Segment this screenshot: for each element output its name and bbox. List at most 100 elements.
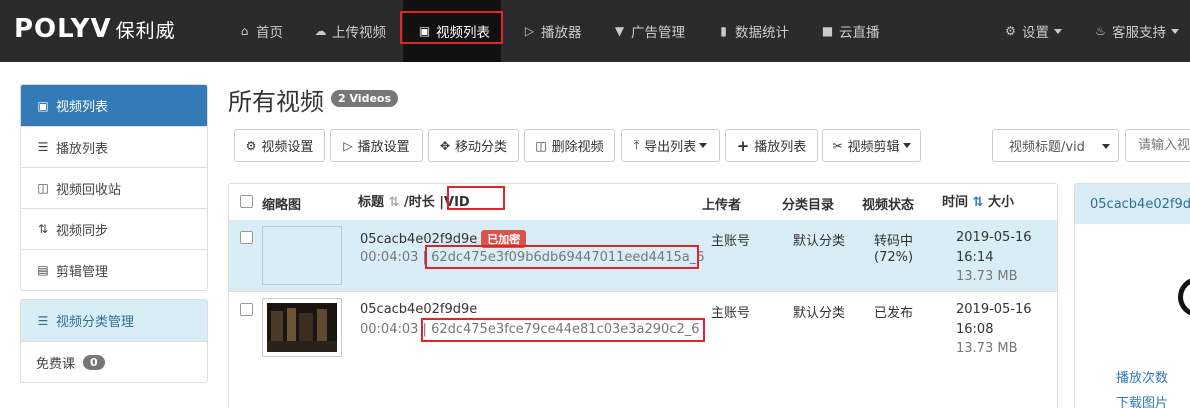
- move-icon: ✥: [439, 138, 451, 153]
- nav-ad-label: 广告管理: [631, 25, 685, 41]
- scissors-icon: ✂: [832, 138, 843, 153]
- sidebar-item-playlist[interactable]: ☰ 播放列表: [21, 126, 207, 167]
- video-uploader: 主账号: [711, 234, 751, 249]
- nav-settings-dropdown[interactable]: ⚙ 设置: [1003, 0, 1062, 62]
- select-all-checkbox[interactable]: [240, 195, 253, 208]
- separator: |: [422, 322, 427, 337]
- video-title[interactable]: 05cacb4e02f9d9e: [360, 302, 477, 317]
- video-camera-icon: ■: [821, 24, 834, 38]
- plus-icon: +: [736, 136, 750, 155]
- sidebar-menu: ▣ 视频列表 ☰ 播放列表 ◫ 视频回收站 ⇅ 视频同步 ▤ 剪辑管理: [20, 84, 208, 291]
- header-thumbnail: 缩略图: [262, 198, 302, 213]
- sidebar-item-label: 视频回收站: [56, 182, 122, 198]
- tasks-icon: ▤: [37, 263, 49, 277]
- header-duration: /时长: [403, 195, 435, 210]
- search-type-select[interactable]: 视频标题/vid: [992, 129, 1119, 162]
- video-duration: 00:04:03: [360, 250, 419, 265]
- video-thumbnail[interactable]: [262, 226, 342, 285]
- nav-support-dropdown[interactable]: ♨ 客服支持: [1093, 0, 1179, 62]
- video-detail-panel: 05cacb4e02f9d9e 播放次数 下载图片: [1074, 183, 1190, 408]
- header-title: 标题: [358, 195, 385, 210]
- move-category-button[interactable]: ✥ 移动分类: [428, 129, 519, 162]
- playlist-button[interactable]: + 播放列表: [725, 129, 818, 162]
- trash-icon: ◫: [535, 138, 547, 153]
- list-icon: ☰: [37, 140, 49, 154]
- video-table: 缩略图 标题 ⇅ /时长 |VID 上传者 分类目录 视频状态 时间 ⇅ 大小 …: [228, 183, 1058, 408]
- brand-name-cn: 保利威: [115, 19, 176, 42]
- nav-upload-video[interactable]: ☁ 上传视频: [313, 0, 387, 62]
- search-input[interactable]: [1125, 129, 1190, 162]
- sidebar-item-label: 剪辑管理: [56, 264, 109, 280]
- nav-cloud-live[interactable]: ■ 云直播: [820, 0, 880, 62]
- category-item-label: 免费课: [36, 356, 76, 372]
- header-title-sort[interactable]: 标题 ⇅ /时长 |VID: [358, 191, 470, 210]
- table-row[interactable]: 05cacb4e02f9d9e 00:04:03 | 62dc475e3fce7…: [229, 291, 1057, 362]
- category-panel-title: 视频分类管理: [56, 315, 135, 330]
- sidebar-item-recycle-bin[interactable]: ◫ 视频回收站: [21, 167, 207, 208]
- chevron-down-icon: [699, 143, 708, 148]
- category-panel: ☰ 视频分类管理 免费课 0: [20, 299, 208, 383]
- bell-icon: ♨: [1095, 24, 1106, 38]
- delete-video-label: 删除视频: [551, 140, 604, 155]
- category-panel-header[interactable]: ☰ 视频分类管理: [21, 300, 207, 341]
- export-list-dropdown[interactable]: ⤒ 导出列表: [621, 129, 720, 162]
- video-edit-label: 视频剪辑: [847, 140, 900, 155]
- polyv-logo[interactable]: POLYV 保利威: [14, 14, 176, 44]
- page-title: 所有视频: [228, 88, 324, 116]
- video-settings-button[interactable]: ⚙ 视频设置: [234, 129, 325, 162]
- filter-icon: ▼: [614, 24, 625, 38]
- category-item-free-course[interactable]: 免费课 0: [21, 341, 207, 382]
- header-uploader: 上传者: [702, 198, 742, 213]
- play-settings-button[interactable]: ▷ 播放设置: [330, 129, 423, 162]
- sidebar-item-label: 视频列表: [56, 100, 109, 115]
- nav-video-list[interactable]: ▣ 视频列表: [403, 0, 501, 62]
- video-thumbnail[interactable]: [262, 298, 342, 357]
- play-count-link[interactable]: 播放次数: [1116, 367, 1168, 386]
- video-title[interactable]: 05cacb4e02f9d9e 已加密: [360, 230, 527, 248]
- row-checkbox[interactable]: [240, 303, 253, 316]
- sidebar-item-video-list[interactable]: ▣ 视频列表: [21, 85, 207, 126]
- play-circle-icon: ▷: [524, 24, 535, 38]
- sort-icon: ⇅: [388, 195, 400, 210]
- nav-statistics[interactable]: ▮ 数据统计: [716, 0, 789, 62]
- header-vid: |VID: [439, 195, 470, 210]
- video-status: 已发布: [874, 306, 914, 321]
- nav-home[interactable]: ⌂ 首页: [237, 0, 283, 62]
- video-date: 2019-05-16: [956, 230, 1032, 245]
- sidebar-item-clip-management[interactable]: ▤ 剪辑管理: [21, 249, 207, 290]
- playlist-label: 播放列表: [754, 140, 807, 155]
- video-status: 转码中: [874, 234, 914, 249]
- download-image-link[interactable]: 下载图片: [1116, 392, 1168, 408]
- video-category: 默认分类: [793, 306, 846, 321]
- bar-chart-icon: ▮: [720, 24, 727, 38]
- video-vid: 62dc475e3f09b6db69447011eed4415a_6: [431, 250, 705, 265]
- chevron-down-icon: [902, 143, 911, 148]
- header-time: 时间: [942, 195, 969, 210]
- home-icon: ⌂: [240, 24, 249, 38]
- film-icon: ▣: [418, 24, 431, 38]
- top-navbar: POLYV 保利威 ⌂ 首页 ☁ 上传视频 ▣ 视频列表 ▷ 播放器 ▼ 广告管…: [0, 0, 1190, 62]
- nav-player[interactable]: ▷ 播放器: [522, 0, 582, 62]
- trash-icon: ◫: [37, 181, 49, 195]
- video-meta: 00:04:03 | 62dc475e3f09b6db69447011eed44…: [360, 250, 704, 265]
- video-time: 16:08: [956, 322, 994, 337]
- video-category: 默认分类: [793, 234, 846, 249]
- table-row[interactable]: 05cacb4e02f9d9e 已加密 00:04:03 | 62dc475e3f…: [229, 220, 1057, 291]
- nav-ad-management[interactable]: ▼ 广告管理: [612, 0, 685, 62]
- video-edit-dropdown[interactable]: ✂ 视频剪辑: [822, 129, 921, 162]
- loading-spinner-icon: [1178, 277, 1190, 317]
- video-title-text: 05cacb4e02f9d9e: [360, 232, 478, 247]
- thumbnail-image: [267, 303, 337, 352]
- separator: |: [422, 250, 427, 265]
- nav-upload-label: 上传视频: [332, 25, 386, 41]
- sidebar-item-video-sync[interactable]: ⇅ 视频同步: [21, 208, 207, 249]
- video-uploader: 主账号: [711, 306, 751, 321]
- header-time-sort[interactable]: 时间 ⇅ 大小: [942, 191, 1014, 210]
- play-settings-label: 播放设置: [357, 140, 410, 155]
- gear-icon: ⚙: [245, 138, 257, 153]
- delete-video-button[interactable]: ◫ 删除视频: [524, 129, 615, 162]
- sort-icon: ⇅: [972, 195, 984, 210]
- sync-icon: ⇅: [37, 222, 49, 236]
- video-status-progress: (72%): [874, 250, 914, 265]
- row-checkbox[interactable]: [240, 231, 253, 244]
